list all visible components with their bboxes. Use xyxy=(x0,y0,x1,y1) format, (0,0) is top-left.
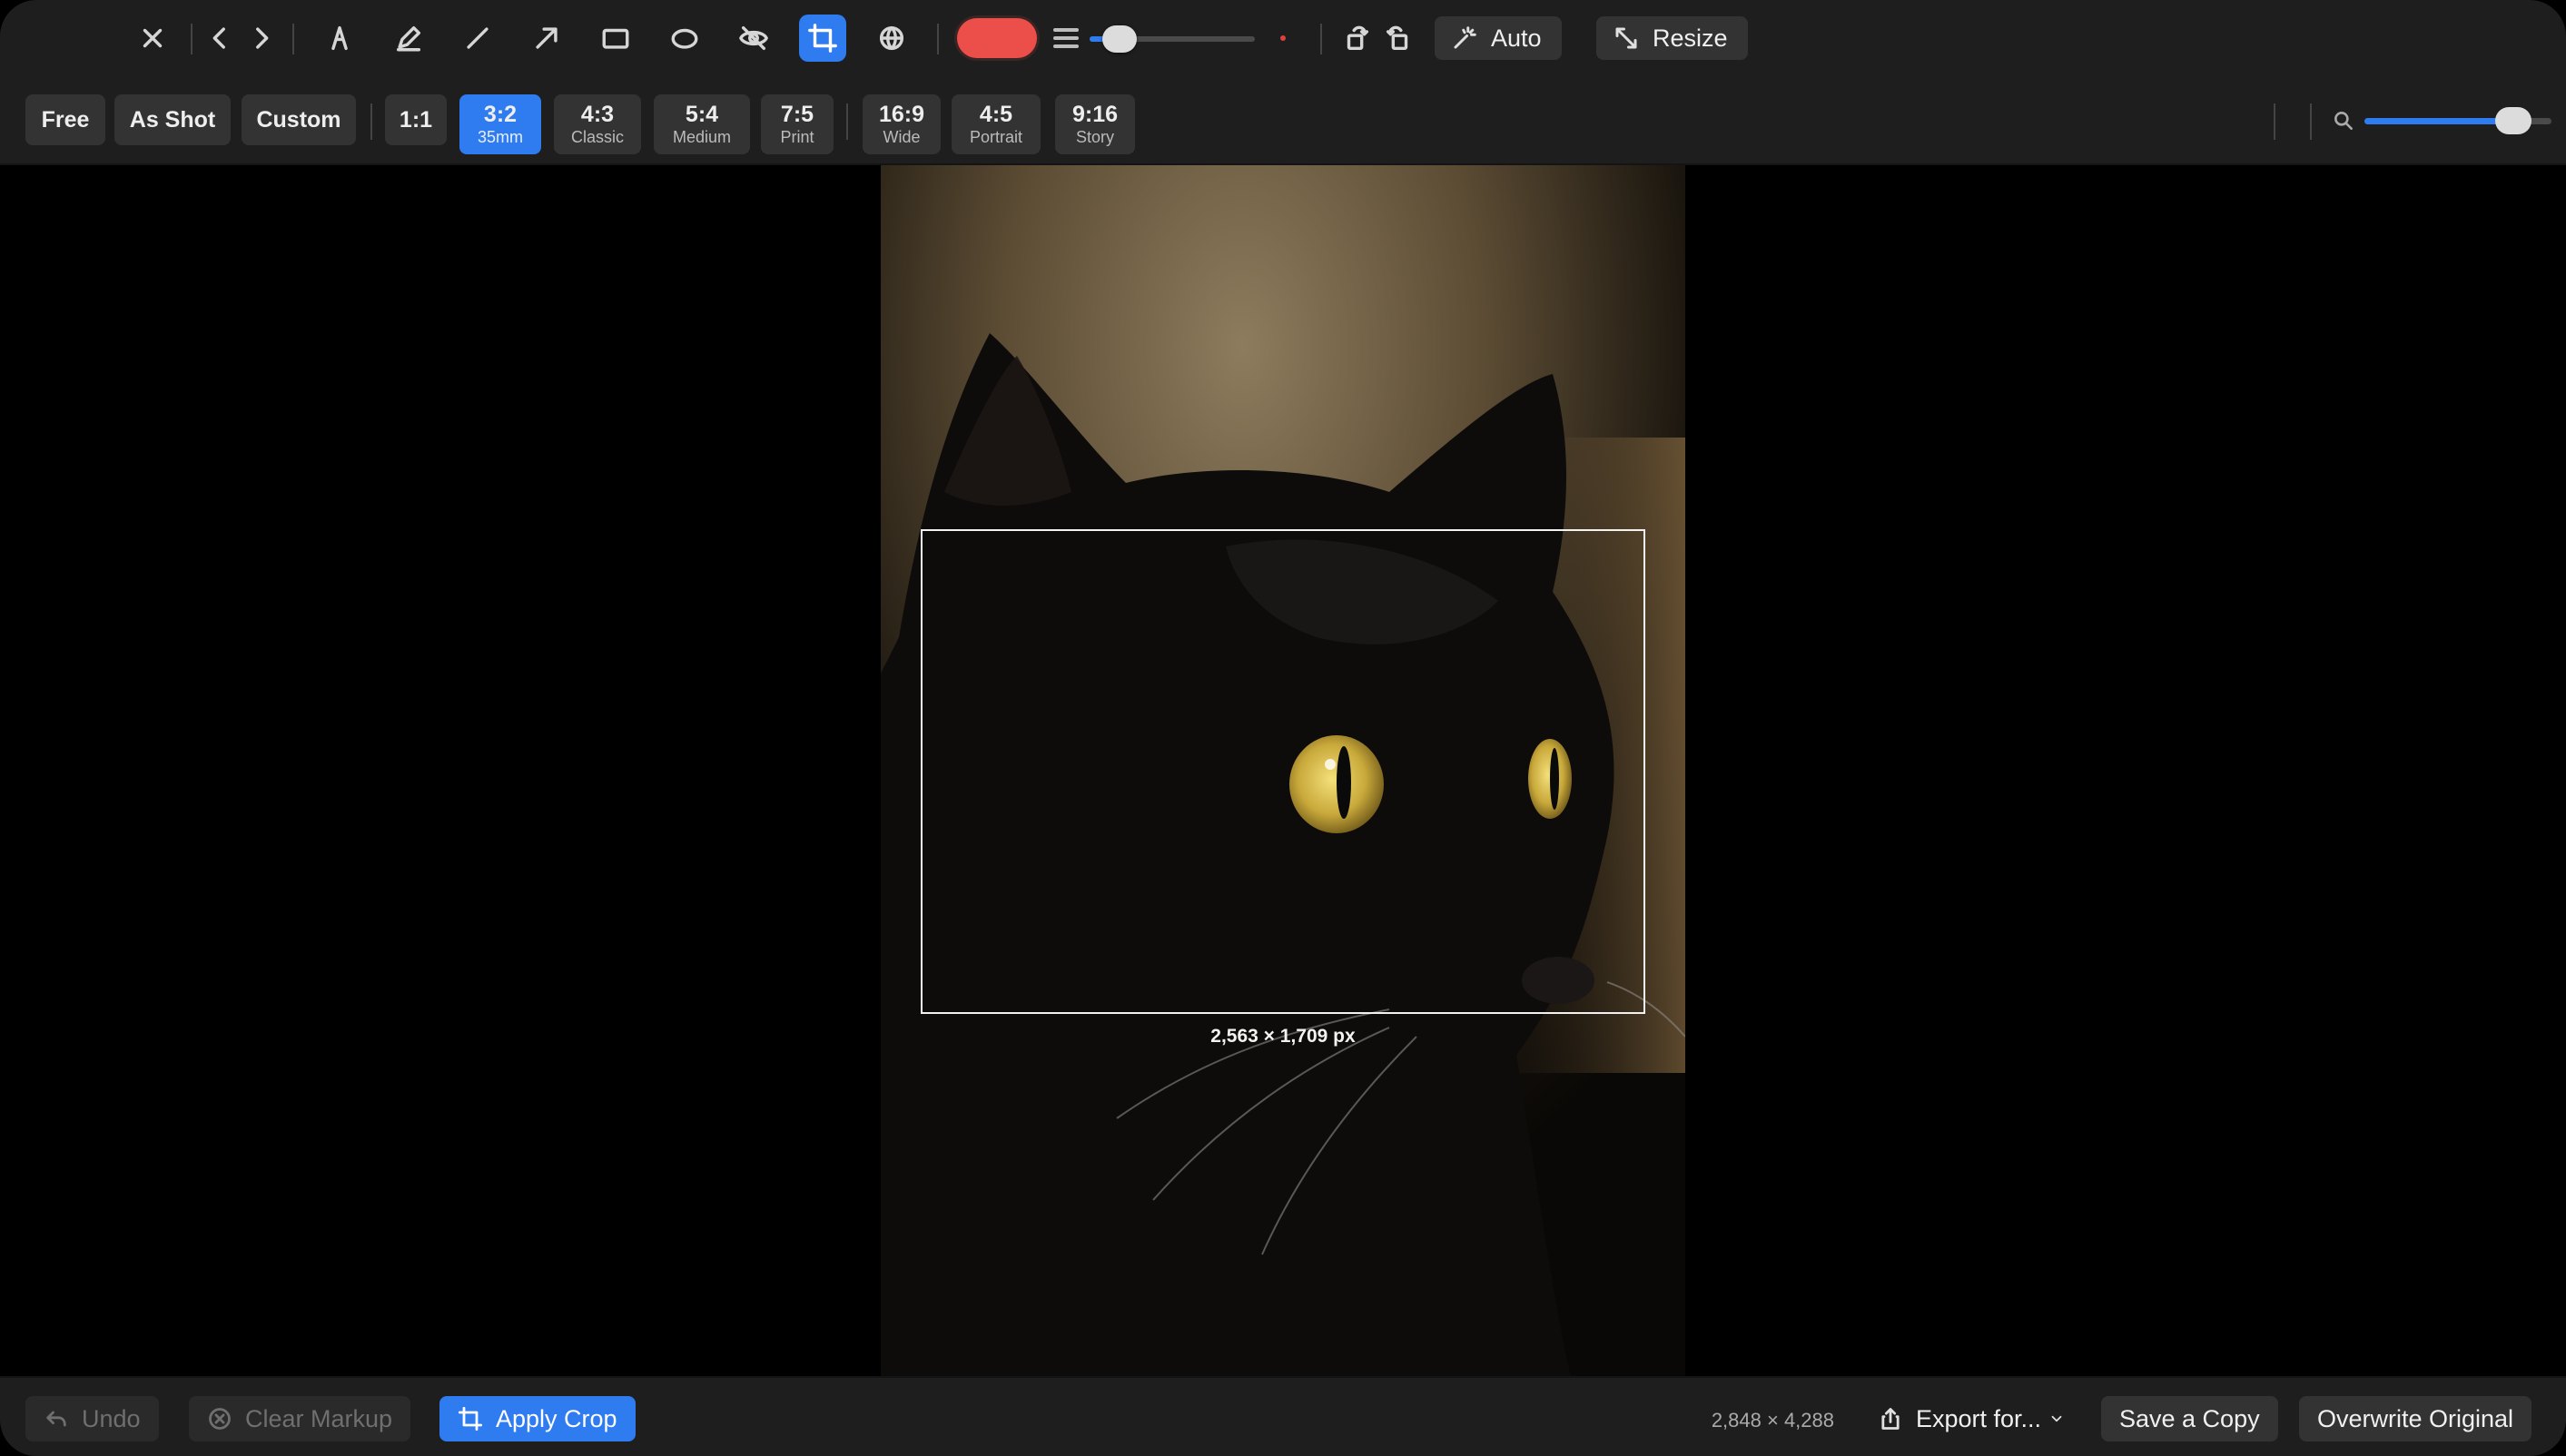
clear-circle-icon xyxy=(209,1408,231,1430)
divider xyxy=(846,103,848,140)
aspect-preset-4-3[interactable]: 4:3 Classic xyxy=(554,94,641,154)
divider xyxy=(370,103,372,140)
preset-ratio: 7:5 xyxy=(780,102,814,127)
stroke-width-icon xyxy=(1053,24,1079,53)
divider xyxy=(1320,24,1322,54)
chevron-right-icon[interactable] xyxy=(238,15,285,62)
aspect-preset-16-9[interactable]: 16:9 Wide xyxy=(863,94,941,154)
rectangle-tool-icon[interactable] xyxy=(592,15,639,62)
color-swatch[interactable] xyxy=(957,18,1037,58)
highlighter-icon[interactable] xyxy=(385,15,432,62)
aspect-square-button[interactable]: 1:1 xyxy=(385,94,447,145)
auto-button[interactable]: Auto xyxy=(1435,16,1562,60)
undo-button[interactable]: Undo xyxy=(25,1396,159,1441)
crop-rectangle[interactable] xyxy=(921,529,1645,1014)
preset-name: Medium xyxy=(672,128,732,146)
divider xyxy=(292,24,294,54)
preset-ratio: 4:3 xyxy=(580,102,615,127)
preset-ratio: 5:4 xyxy=(685,102,719,127)
preset-ratio: 16:9 xyxy=(878,102,925,127)
stroke-width-slider[interactable] xyxy=(1090,25,1255,53)
preset-name: Wide xyxy=(883,128,921,146)
markup-toolbar: Auto Resize xyxy=(0,0,2566,76)
crop-dimensions-label: 2,563 × 1,709 px xyxy=(1210,1026,1356,1047)
slider-knob[interactable] xyxy=(1102,25,1138,53)
rotate-left-icon[interactable] xyxy=(1333,15,1380,62)
chip-label: Free xyxy=(41,106,90,133)
overwrite-label: Overwrite Original xyxy=(2317,1404,2514,1432)
preset-name: 35mm xyxy=(477,128,523,146)
aspect-free-button[interactable]: Free xyxy=(25,94,105,145)
preset-name: Classic xyxy=(570,128,624,146)
aspect-preset-4-5[interactable]: 4:5 Portrait xyxy=(952,94,1041,154)
pen-tool-icon[interactable] xyxy=(316,15,363,62)
preset-ratio: 3:2 xyxy=(483,102,518,127)
auto-label: Auto xyxy=(1491,24,1542,52)
preset-name: Portrait xyxy=(969,128,1023,146)
divider xyxy=(937,24,939,54)
image-canvas: 2,563 × 1,709 px xyxy=(0,165,2566,1376)
undo-icon xyxy=(46,1411,66,1427)
chip-label: 1:1 xyxy=(399,106,433,133)
chevron-left-icon[interactable] xyxy=(196,15,243,62)
crop-tool-icon[interactable] xyxy=(799,15,846,62)
divider xyxy=(2310,103,2312,140)
image-dimensions: 2,848 × 4,288 xyxy=(1711,1409,1834,1431)
resize-arrows-icon xyxy=(1615,27,1637,49)
clear-markup-label: Clear Markup xyxy=(245,1404,393,1432)
slider-knob[interactable] xyxy=(2495,107,2532,134)
share-icon xyxy=(1881,1408,1900,1430)
overwrite-original-button[interactable]: Overwrite Original xyxy=(2299,1396,2532,1441)
slider-fill xyxy=(2364,118,2514,124)
editor-window: Auto Resize Free As Shot Custom 1:1 3:2 … xyxy=(0,0,2566,1456)
undo-label: Undo xyxy=(82,1404,141,1432)
magic-wand-icon xyxy=(1454,26,1476,49)
zoom-slider[interactable] xyxy=(2364,107,2551,134)
aspect-preset-9-16[interactable]: 9:16 Story xyxy=(1055,94,1135,154)
globe-icon[interactable] xyxy=(868,15,915,62)
chip-label: As Shot xyxy=(129,106,216,133)
bottom-action-bar: Undo Clear Markup Apply Crop 2,848 × 4,2… xyxy=(0,1376,2566,1456)
zoom-icon xyxy=(2332,109,2355,133)
apply-crop-button[interactable]: Apply Crop xyxy=(439,1396,636,1441)
chip-label: Custom xyxy=(256,106,341,133)
line-tool-icon[interactable] xyxy=(454,15,501,62)
aspect-custom-button[interactable]: Custom xyxy=(242,94,356,145)
save-copy-label: Save a Copy xyxy=(2119,1404,2260,1432)
close-icon[interactable] xyxy=(129,15,176,62)
aspect-ratio-bar: Free As Shot Custom 1:1 3:2 35mm 4:3 Cla… xyxy=(0,76,2566,165)
divider xyxy=(2274,103,2275,140)
aspect-as-shot-button[interactable]: As Shot xyxy=(114,94,231,145)
aspect-preset-3-2[interactable]: 3:2 35mm xyxy=(459,94,541,154)
export-label: Export for... xyxy=(1916,1404,2042,1432)
aspect-preset-7-5[interactable]: 7:5 Print xyxy=(761,94,834,154)
preset-ratio: 9:16 xyxy=(1071,102,1119,127)
save-copy-button[interactable]: Save a Copy xyxy=(2101,1396,2278,1441)
preset-name: Story xyxy=(1075,128,1114,146)
export-menu-button[interactable]: Export for... xyxy=(1860,1396,2083,1441)
clear-markup-button[interactable]: Clear Markup xyxy=(189,1396,411,1441)
redact-eye-icon[interactable] xyxy=(730,15,777,62)
aspect-preset-5-4[interactable]: 5:4 Medium xyxy=(654,94,750,154)
preset-name: Print xyxy=(780,128,814,146)
resize-button[interactable]: Resize xyxy=(1596,16,1748,60)
arrow-tool-icon[interactable] xyxy=(523,15,570,62)
stroke-preview-dot xyxy=(1280,35,1286,41)
ellipse-tool-icon[interactable] xyxy=(661,15,708,62)
preset-ratio: 4:5 xyxy=(979,102,1013,127)
crop-icon xyxy=(458,1406,483,1431)
divider xyxy=(191,24,192,54)
chevron-down-icon xyxy=(2051,1415,2062,1422)
resize-label: Resize xyxy=(1653,24,1728,52)
rotate-right-icon[interactable] xyxy=(1375,15,1422,62)
apply-crop-label: Apply Crop xyxy=(496,1404,617,1432)
